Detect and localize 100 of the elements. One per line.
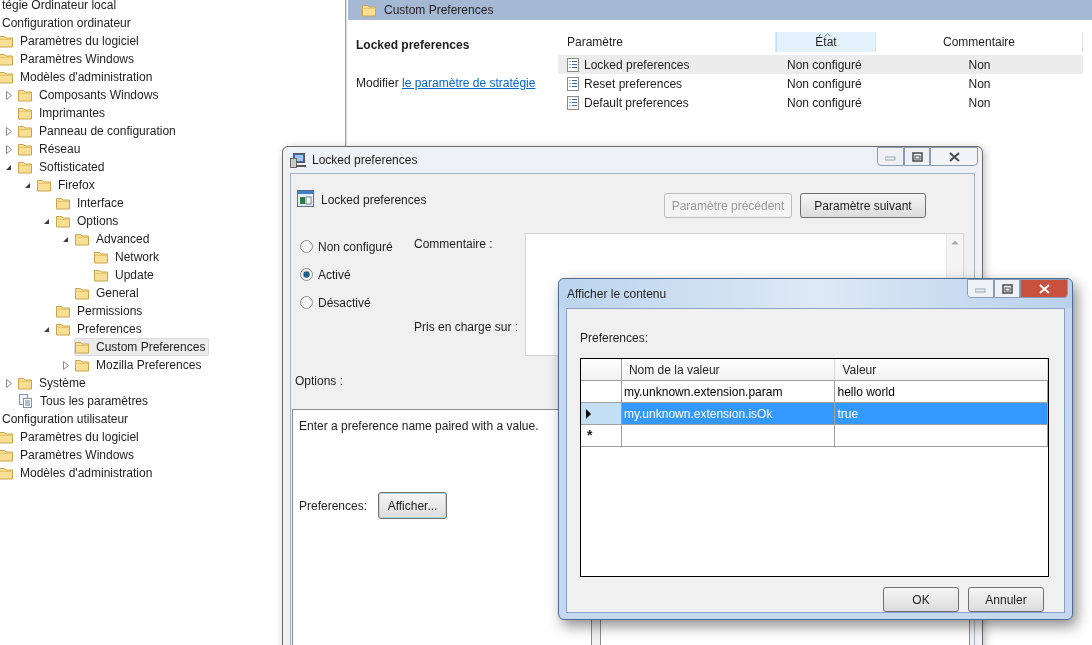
tree-item[interactable]: Interface — [55, 194, 128, 212]
tree-item[interactable]: Panneau de configuration — [17, 122, 180, 140]
policy-heading: Locked preferences — [321, 192, 427, 209]
state-option[interactable]: Activé — [300, 267, 414, 282]
expand-icon[interactable] — [5, 90, 13, 100]
show-button[interactable]: Afficher... — [378, 492, 448, 519]
sort-icon — [824, 33, 831, 37]
folder-icon — [362, 3, 376, 17]
minimize-button[interactable] — [967, 279, 994, 298]
state-option[interactable]: Désactivé — [300, 295, 414, 310]
tree-item[interactable]: General — [74, 284, 143, 302]
folder-icon — [94, 268, 108, 282]
list-row[interactable]: Default preferences Non configuré Non — [558, 93, 1083, 112]
column-header[interactable]: Commentaire — [876, 32, 1083, 52]
tree-item[interactable]: Preferences — [55, 320, 146, 338]
cell-text: Non — [968, 75, 991, 93]
edit-link[interactable]: le paramètre de stratégie — [402, 76, 536, 90]
tree-item[interactable]: Paramètres du logiciel — [0, 32, 143, 50]
maximize-icon — [1001, 283, 1013, 294]
folder-icon — [94, 250, 108, 264]
tree-item[interactable]: Paramètres du logiciel — [0, 428, 143, 446]
column-header[interactable]: État — [776, 32, 876, 52]
ok-button[interactable]: OK — [883, 587, 959, 612]
folder-icon — [75, 232, 89, 246]
folder-icon — [18, 142, 32, 156]
folder-icon — [18, 106, 32, 120]
folder-icon — [37, 178, 51, 192]
collapse-icon[interactable] — [43, 217, 50, 225]
folder-icon — [56, 322, 70, 336]
folder-icon — [18, 124, 32, 138]
expand-icon[interactable] — [62, 360, 70, 370]
tree-item[interactable]: Custom Preferences — [74, 338, 210, 356]
collapse-icon[interactable] — [62, 235, 69, 243]
tree-item[interactable]: Configuration utilisateur — [0, 410, 133, 428]
settings-icon — [18, 393, 33, 409]
comment-label: Commentaire : — [414, 236, 494, 253]
folder-icon — [18, 376, 32, 390]
folder-icon — [18, 88, 32, 102]
folder-icon — [75, 358, 89, 372]
next-setting-button[interactable]: Paramètre suivant — [800, 193, 926, 218]
policy-icon — [567, 57, 579, 72]
column-header[interactable]: Valeur — [835, 359, 1048, 380]
cell-text: Default preferences — [584, 94, 689, 112]
tree-item[interactable]: Mozilla Preferences — [74, 356, 206, 374]
tree-item[interactable]: Tous les paramètres — [17, 392, 153, 410]
folder-icon — [0, 34, 13, 48]
pane-title: Custom Preferences — [384, 2, 494, 19]
collapse-icon[interactable] — [24, 181, 31, 189]
window-title: Afficher le contenu — [567, 285, 667, 303]
window-title: Locked preferences — [312, 152, 418, 169]
tree-item[interactable]: Modèles d'administration — [0, 464, 157, 482]
folder-icon — [0, 430, 13, 444]
collapse-icon[interactable] — [43, 325, 50, 333]
expand-icon[interactable] — [5, 378, 13, 388]
tree-item[interactable]: Update — [93, 266, 158, 284]
tree-item[interactable]: Advanced — [74, 230, 154, 248]
maximize-button[interactable] — [904, 147, 930, 166]
policy-settings-icon — [297, 190, 314, 207]
state-option[interactable]: Non configuré — [300, 239, 414, 254]
tree-item[interactable]: Imprimantes — [17, 104, 110, 122]
tree-item[interactable]: Configuration ordinateur — [0, 14, 135, 32]
folder-icon — [0, 70, 13, 84]
expand-icon[interactable] — [5, 126, 13, 136]
list-row[interactable]: Reset preferences Non configuré Non — [558, 74, 1083, 93]
minimize-button[interactable] — [877, 147, 904, 166]
tree-item[interactable]: Options — [55, 212, 123, 230]
cell-text: Non configuré — [787, 56, 862, 74]
tree-item[interactable]: Firefox — [36, 176, 99, 194]
close-button[interactable] — [1020, 279, 1068, 298]
tree-item[interactable]: Réseau — [17, 140, 85, 158]
grid-cell[interactable]: hello world — [835, 381, 1048, 402]
policy-icon — [567, 95, 579, 110]
policy-title: Locked preferences — [356, 37, 471, 54]
grid-cell[interactable]: my.unknown.extension.param — [621, 381, 836, 402]
tree-item[interactable]: Softisticated — [17, 158, 109, 176]
tree-item[interactable]: tégie Ordinateur local — [0, 0, 121, 14]
row-header[interactable] — [581, 403, 622, 424]
maximize-button[interactable] — [994, 279, 1020, 298]
supported-label: Pris en charge sur : — [414, 319, 520, 336]
cancel-button[interactable]: Annuler — [968, 587, 1044, 612]
collapse-icon[interactable] — [5, 163, 12, 171]
close-button[interactable] — [930, 147, 978, 166]
tree-item[interactable]: Network — [93, 248, 163, 266]
preferences-label: Preferences: — [580, 330, 650, 347]
edit-text: Modifier le paramètre de stratégie — [356, 75, 537, 92]
list-row[interactable]: Locked preferences Non configuré Non — [558, 55, 1083, 74]
tree-item[interactable]: Paramètres Windows — [0, 50, 139, 68]
tree-item[interactable]: Composants Windows — [17, 86, 163, 104]
column-header[interactable]: Nom de la valeur — [621, 359, 836, 380]
folder-icon — [56, 304, 70, 318]
tree-item[interactable]: Modèles d'administration — [0, 68, 157, 86]
tree-item[interactable]: Paramètres Windows — [0, 446, 139, 464]
cell-text: Locked preferences — [584, 56, 690, 74]
tree-item[interactable]: Système — [17, 374, 90, 392]
tree-item[interactable]: Permissions — [55, 302, 147, 320]
folder-icon — [56, 196, 70, 210]
cell-text: Non configuré — [787, 75, 862, 93]
expand-icon[interactable] — [5, 144, 13, 154]
current-row-icon — [586, 408, 591, 419]
computer-icon — [290, 152, 307, 168]
